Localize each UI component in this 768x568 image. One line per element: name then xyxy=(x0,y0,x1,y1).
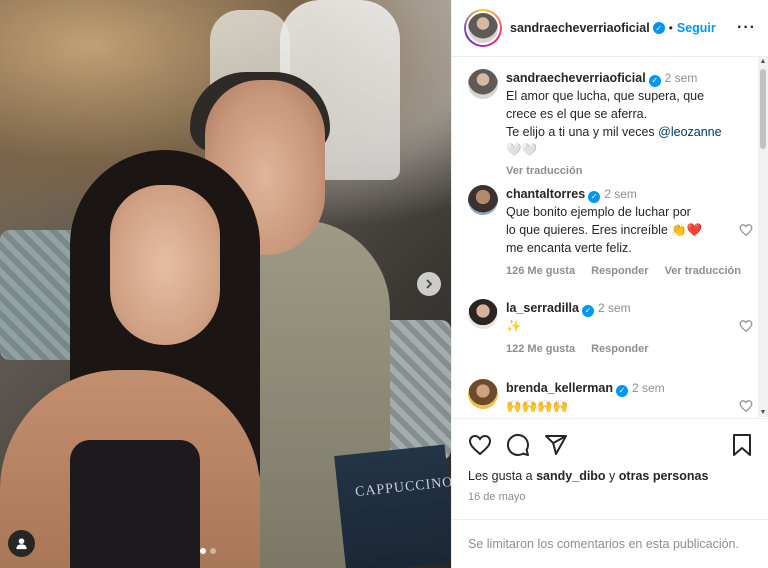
comments-list[interactable]: sandraecheverriaoficial ✓ 2 sem El amor qu… xyxy=(452,57,768,417)
comment-line: 🙌🙌🙌🙌 xyxy=(506,399,569,413)
comment-item: chantaltorres ✓ 2 sem Que bonito ejemplo d… xyxy=(468,185,753,277)
verified-badge-icon: ✓ xyxy=(652,22,665,34)
reply-button[interactable]: Responder xyxy=(591,265,648,277)
mention-link[interactable]: @leozanne xyxy=(658,125,721,139)
comment-item: brenda_kellerman ✓ 2 sem 🙌🙌🙌🙌 xyxy=(468,379,753,415)
comment-username[interactable]: la_serradilla xyxy=(506,301,579,315)
tagged-users-button[interactable] xyxy=(8,530,35,557)
comment-bubble-icon[interactable] xyxy=(506,433,530,457)
comment-text: 🙌🙌🙌🙌 xyxy=(506,397,711,415)
follow-button[interactable]: Seguir xyxy=(677,21,716,35)
scroll-up-arrow-icon[interactable]: ▲ xyxy=(759,58,767,65)
photo-menu-book xyxy=(334,444,451,568)
comment-time[interactable]: 2 sem xyxy=(604,187,637,201)
comment-avatar[interactable] xyxy=(468,379,498,409)
comment-line: lo que quieres. Eres increíble 👏❤️ xyxy=(506,223,703,237)
scrollbar-thumb[interactable] xyxy=(760,69,766,149)
verified-badge-icon: ✓ xyxy=(588,191,601,203)
like-comment-heart-icon[interactable] xyxy=(739,319,753,333)
caption-line: Te elijo a ti una y mil veces @leozanne xyxy=(506,123,736,141)
caption-text: El amor que lucha, que supera, que crece… xyxy=(506,87,736,159)
post-header: sandraecheverriaoficial ✓ • Seguir ··· xyxy=(452,0,768,57)
comment-time[interactable]: 2 sem xyxy=(598,301,631,315)
header-separator: • xyxy=(668,21,673,35)
chevron-right-icon xyxy=(426,279,433,289)
comments-limited-notice: Se limitaron los comentarios en esta pub… xyxy=(452,519,768,568)
comment-line: me encanta verte feliz. xyxy=(506,241,632,255)
carousel-dot xyxy=(210,548,216,554)
comment-line: Que bonito ejemplo de luchar por xyxy=(506,205,691,219)
more-options-icon[interactable]: ··· xyxy=(737,19,756,37)
save-bookmark-icon[interactable] xyxy=(731,433,753,457)
user-icon xyxy=(16,538,27,550)
verified-badge-icon: ✓ xyxy=(581,305,594,317)
author-avatar[interactable] xyxy=(464,9,502,47)
liker-username[interactable]: sandy_dibo xyxy=(536,469,605,483)
post-caption: sandraecheverriaoficial ✓ 2 sem El amor qu… xyxy=(468,69,753,177)
carousel-dot-active xyxy=(200,548,206,554)
photo-woman-dress xyxy=(70,440,200,568)
verified-badge-icon: ✓ xyxy=(616,385,628,397)
caption-line: crece es el que se aferra. xyxy=(506,107,648,121)
comment-item: la_serradilla ✓ 2 sem ✨ 122 Me gusta Respo… xyxy=(468,299,753,355)
comment-text: Que bonito ejemplo de luchar por lo que … xyxy=(506,203,711,257)
post-photo[interactable]: CAPPUCCINO xyxy=(0,0,451,568)
caption-username[interactable]: sandraecheverriaoficial xyxy=(506,71,646,85)
share-send-icon[interactable] xyxy=(544,433,568,457)
comment-text: ✨ xyxy=(506,317,711,335)
comments-scrollbar[interactable]: ▲ ▼ xyxy=(758,57,768,417)
post-actions: Les gusta a sandy_dibo y otras personas … xyxy=(452,418,768,503)
avatar-image xyxy=(468,13,498,43)
likes-summary[interactable]: Les gusta a sandy_dibo y otras personas xyxy=(468,469,753,483)
other-likers-link[interactable]: otras personas xyxy=(619,469,709,483)
comment-avatar[interactable] xyxy=(468,185,498,215)
photo-woman-face xyxy=(110,185,220,345)
see-translation-link[interactable]: Ver traducción xyxy=(665,265,741,277)
comment-username[interactable]: brenda_kellerman xyxy=(506,381,613,395)
comment-likes-count[interactable]: 126 Me gusta xyxy=(506,265,575,277)
likes-connector: y xyxy=(605,469,619,483)
caption-line-text: Te elijo a ti una y mil veces xyxy=(506,125,659,139)
likes-prefix: Les gusta a xyxy=(468,469,537,483)
caption-avatar[interactable] xyxy=(468,69,498,99)
like-comment-heart-icon[interactable] xyxy=(739,399,753,413)
author-username[interactable]: sandraecheverriaoficial xyxy=(510,21,650,35)
verified-badge-icon: ✓ xyxy=(648,75,661,87)
comment-username[interactable]: chantaltorres xyxy=(506,187,585,201)
reply-button[interactable]: Responder xyxy=(591,343,648,355)
comment-time[interactable]: 2 sem xyxy=(632,381,665,395)
comment-avatar[interactable] xyxy=(468,299,498,329)
next-photo-button[interactable] xyxy=(417,272,441,296)
caption-time[interactable]: 2 sem xyxy=(665,71,698,85)
carousel-indicator xyxy=(200,548,216,554)
post-date[interactable]: 16 de mayo xyxy=(468,491,753,503)
comment-line: ✨ xyxy=(506,319,522,333)
like-comment-heart-icon[interactable] xyxy=(739,223,753,237)
comment-likes-count[interactable]: 122 Me gusta xyxy=(506,343,575,355)
caption-emoji: 🤍🤍 xyxy=(506,143,538,157)
see-translation-link[interactable]: Ver traducción xyxy=(506,165,582,177)
like-heart-icon[interactable] xyxy=(468,433,492,457)
scroll-down-arrow-icon[interactable]: ▼ xyxy=(759,409,767,416)
post-side-panel: sandraecheverriaoficial ✓ • Seguir ··· s… xyxy=(451,0,768,568)
caption-line: El amor que lucha, que supera, que xyxy=(506,89,705,103)
